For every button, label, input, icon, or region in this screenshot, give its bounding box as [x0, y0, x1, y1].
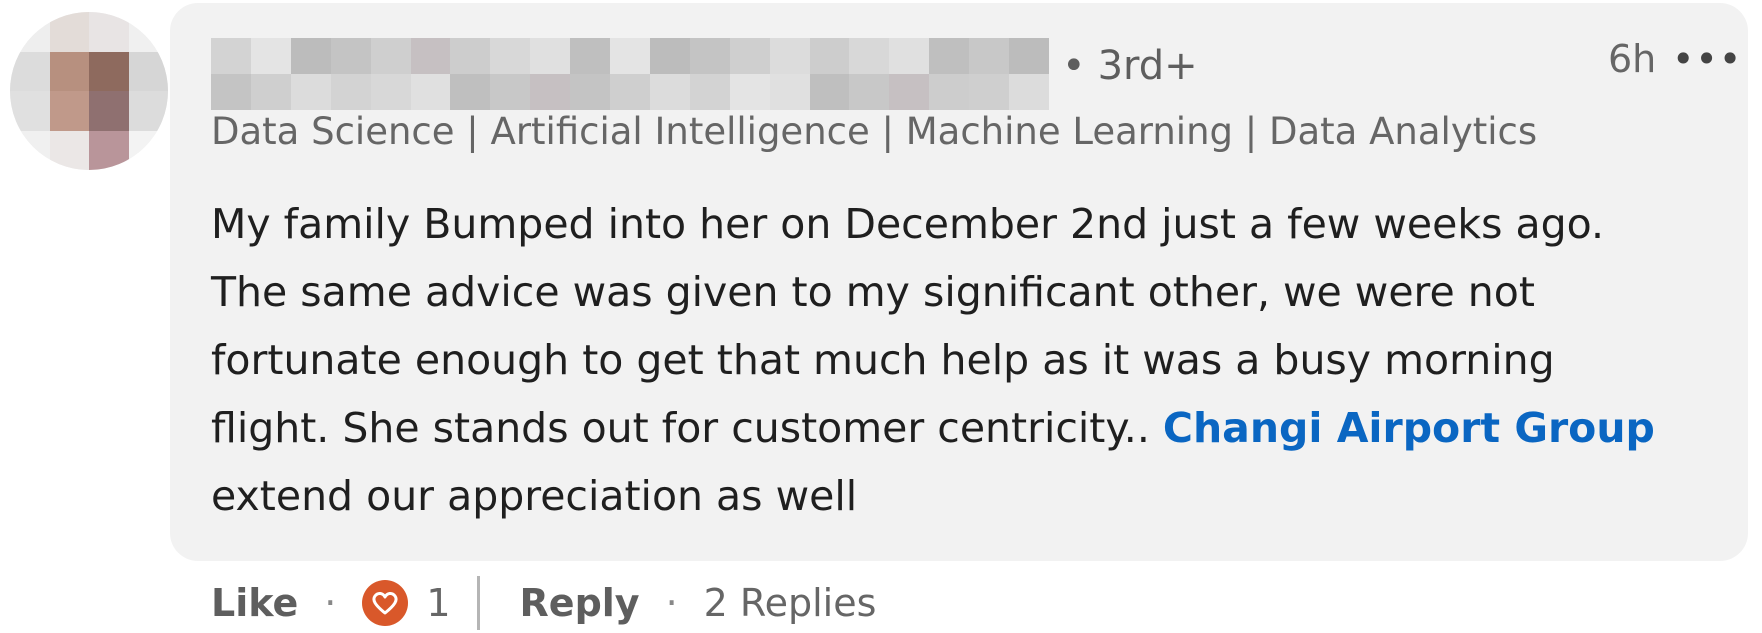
comment-text: My family Bumped into her on December 2n… — [211, 190, 1681, 530]
timestamp: 6h — [1608, 37, 1657, 81]
separator-dot: · — [324, 581, 337, 625]
redaction-pixel — [370, 74, 411, 110]
redaction-pixel — [330, 38, 371, 74]
redaction-pixel — [729, 38, 770, 74]
redaction-pixel — [211, 74, 251, 110]
redaction-pixel — [849, 38, 890, 74]
redaction-pixel — [530, 74, 571, 110]
redaction-pixel — [610, 38, 650, 74]
separator-dot: · — [665, 581, 678, 625]
redaction-pixel — [370, 38, 411, 74]
degree-label: 3rd+ — [1097, 43, 1198, 89]
author-headline: Data Science | Artificial Intelligence |… — [211, 110, 1541, 153]
redaction-pixel — [290, 38, 331, 74]
connection-degree: • 3rd+ — [1062, 40, 1198, 92]
redaction-pixel — [929, 74, 970, 110]
redaction-pixel — [570, 74, 611, 110]
redaction-pixel — [689, 38, 730, 74]
redaction-pixel — [330, 74, 371, 110]
redaction-pixel — [211, 38, 251, 74]
redaction-pixel — [490, 38, 531, 74]
redaction-pixel — [969, 74, 1010, 110]
reply-button[interactable]: Reply — [520, 581, 640, 625]
comment-thread: • 3rd+ 6h ••• Data Science | Artificial I… — [0, 0, 1762, 633]
redaction-pixel — [769, 38, 810, 74]
divider — [476, 576, 480, 630]
redaction-pixel — [969, 38, 1010, 74]
redaction-pixel — [1009, 38, 1049, 74]
redaction-pixel — [809, 74, 850, 110]
comment-body-tail: extend our appreciation as well — [211, 472, 858, 520]
redaction-pixel — [649, 74, 690, 110]
mention-link[interactable]: Changi Airport Group — [1163, 404, 1655, 452]
redaction-pixel — [849, 74, 890, 110]
replies-link[interactable]: 2 Replies — [704, 581, 877, 625]
redaction-pixel — [929, 38, 970, 74]
redaction-pixel — [490, 74, 531, 110]
redaction-pixel — [570, 38, 611, 74]
redaction-pixel — [410, 38, 451, 74]
degree-dot: • — [1062, 43, 1086, 89]
redaction-pixel — [889, 74, 930, 110]
avatar[interactable] — [10, 12, 168, 170]
redaction-pixel — [250, 38, 291, 74]
redaction-pixel — [250, 74, 291, 110]
author-name-redacted[interactable] — [211, 38, 1049, 110]
redaction-pixel — [1009, 74, 1049, 110]
redaction-pixel — [769, 74, 810, 110]
redaction-pixel — [530, 38, 571, 74]
heart-icon[interactable] — [362, 580, 409, 626]
comment-actions: Like · 1 Reply · 2 Replies — [211, 576, 876, 630]
redaction-pixel — [689, 74, 730, 110]
redaction-pixel — [450, 38, 491, 74]
redaction-pixel — [889, 38, 930, 74]
like-button[interactable]: Like — [211, 581, 298, 625]
redaction-pixel — [610, 74, 650, 110]
redaction-pixel — [410, 74, 451, 110]
more-options-icon[interactable]: ••• — [1672, 34, 1742, 84]
redaction-pixel — [649, 38, 690, 74]
redaction-pixel — [450, 74, 491, 110]
reaction-count[interactable]: 1 — [426, 581, 450, 625]
redaction-pixel — [729, 74, 770, 110]
redaction-pixel — [290, 74, 331, 110]
redaction-pixel — [809, 38, 850, 74]
